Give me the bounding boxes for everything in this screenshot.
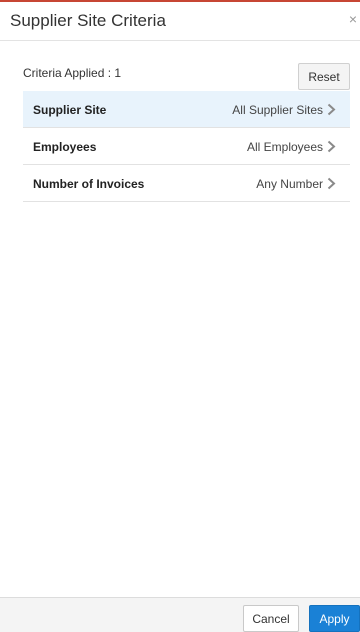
dialog-footer: Cancel Apply xyxy=(0,597,360,632)
filter-row-supplier-site[interactable]: Supplier Site All Supplier Sites xyxy=(23,91,350,128)
filter-label: Supplier Site xyxy=(33,103,107,117)
reset-button[interactable]: Reset xyxy=(298,63,350,90)
dialog-title: Supplier Site Criteria xyxy=(10,11,166,30)
filter-value: All Employees xyxy=(246,140,323,154)
filter-value: Any Number xyxy=(256,177,323,191)
dialog-header: Supplier Site Criteria × xyxy=(0,2,360,41)
cancel-button[interactable]: Cancel xyxy=(243,605,299,632)
chevron-right-icon xyxy=(327,140,336,153)
criteria-applied-text: Criteria Applied : 1 xyxy=(23,66,122,80)
filter-row-employees[interactable]: Employees All Employees xyxy=(23,128,350,165)
apply-button[interactable]: Apply xyxy=(309,605,360,632)
filter-value: All Supplier Sites xyxy=(232,103,323,117)
filter-label: Employees xyxy=(33,140,97,154)
close-icon[interactable]: × xyxy=(346,10,360,28)
chevron-right-icon xyxy=(327,103,336,116)
filter-label: Number of Invoices xyxy=(33,177,145,191)
filter-row-number-of-invoices[interactable]: Number of Invoices Any Number xyxy=(23,165,350,202)
filter-list: Supplier Site All Supplier Sites Employe… xyxy=(23,91,350,202)
chevron-right-icon xyxy=(327,177,336,190)
criteria-summary: Criteria Applied : 1 Reset xyxy=(0,50,360,90)
